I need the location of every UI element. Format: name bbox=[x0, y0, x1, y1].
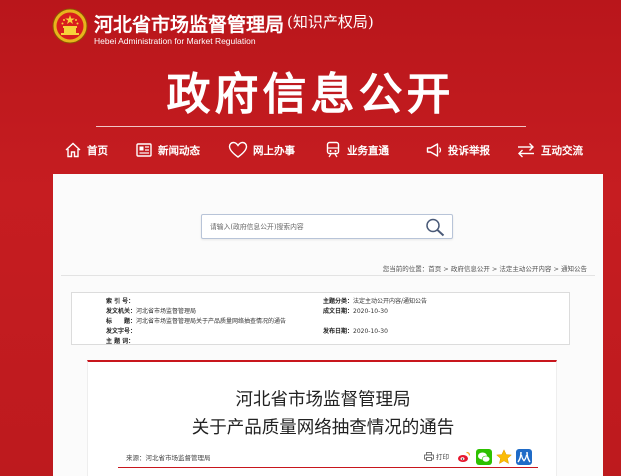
nav-label: 首页 bbox=[87, 144, 108, 157]
breadcrumb-item-notices[interactable]: 通知公告 bbox=[561, 265, 587, 273]
document-title-line1: 河北省市场监督管理局 bbox=[235, 390, 411, 410]
meta-topic-label: 主 题 词： bbox=[106, 338, 135, 345]
breadcrumb-item-statutory[interactable]: 法定主动公开内容 bbox=[499, 265, 551, 273]
meta-category-row: 主题分类：法定主动公开内容/通知公告 bbox=[323, 296, 427, 305]
nav-label: 网上办事 bbox=[253, 144, 295, 157]
megaphone-icon bbox=[426, 143, 442, 157]
nav-item-complaint[interactable]: 投诉举报 bbox=[425, 136, 490, 164]
qzone-icon[interactable] bbox=[496, 449, 512, 465]
home-icon bbox=[65, 142, 81, 158]
source-bar: 来源：河北省市场监督管理局 打印 bbox=[118, 448, 538, 468]
meta-written-row: 成文日期：2020-10-30 bbox=[323, 306, 388, 315]
meta-written-value: 2020-10-30 bbox=[353, 308, 388, 315]
content-panel: 您当前的位置：首页 > 政府信息公开 > 法定主动公开内容 > 通知公告 索 引… bbox=[53, 174, 603, 476]
breadcrumb-divider bbox=[61, 275, 595, 276]
printer-icon bbox=[424, 451, 434, 461]
document-title-line2: 关于产品质量网络抽查情况的通告 bbox=[191, 418, 455, 438]
print-button[interactable]: 打印 bbox=[424, 451, 449, 461]
document-meta-table: 索 引 号： 发文机关：河北省市场监督管理局 标 题：河北省市场监督管理局关于产… bbox=[71, 292, 570, 345]
search-input[interactable] bbox=[210, 220, 420, 234]
meta-category-label: 主题分类： bbox=[323, 298, 354, 305]
document-source: 来源：河北省市场监督管理局 bbox=[126, 454, 211, 462]
nav-label: 互动交流 bbox=[541, 144, 583, 157]
meta-issuer-value: 河北省市场监督管理局 bbox=[136, 308, 197, 315]
nav-item-news[interactable]: 新闻动态 bbox=[135, 136, 200, 164]
site-header: 河北省市场监督管理局 (知识产权局) Hebei Administration … bbox=[0, 0, 621, 170]
breadcrumb-item-gov-info[interactable]: 政府信息公开 bbox=[451, 265, 490, 273]
meta-title-label: 标 题： bbox=[106, 318, 137, 325]
agency-name: 河北省市场监督管理局 bbox=[94, 14, 285, 36]
meta-issuer-label: 发文机关： bbox=[106, 308, 137, 315]
search-icon[interactable] bbox=[424, 217, 446, 238]
agency-subtitle: (知识产权局) bbox=[287, 13, 374, 31]
news-icon bbox=[136, 143, 152, 157]
nav-item-online-service[interactable]: 网上办事 bbox=[228, 136, 295, 164]
breadcrumb-separator: > bbox=[551, 265, 561, 273]
wechat-icon[interactable] bbox=[476, 449, 492, 465]
meta-written-label: 成文日期： bbox=[323, 308, 354, 315]
nav-item-business[interactable]: 业务直通 bbox=[324, 136, 389, 164]
meta-category-value: 法定主动公开内容/通知公告 bbox=[353, 298, 428, 305]
breadcrumb-separator: > bbox=[441, 265, 451, 273]
print-label: 打印 bbox=[436, 453, 449, 461]
meta-docno-row: 发文字号： bbox=[106, 326, 136, 335]
meta-docno-label: 发文字号： bbox=[106, 328, 137, 335]
nav-item-interaction[interactable]: 互动交流 bbox=[516, 136, 583, 164]
document-card: 河北省市场监督管理局 关于产品质量网络抽查情况的通告 来源：河北省市场监督管理局… bbox=[87, 360, 557, 476]
nav-label: 业务直通 bbox=[347, 144, 389, 157]
meta-title-value: 河北省市场监督管理局关于产品质量网络抽查情况的通告 bbox=[136, 318, 287, 325]
breadcrumb-prefix: 您当前的位置： bbox=[382, 265, 429, 273]
meta-published-value: 2020-10-30 bbox=[353, 328, 388, 335]
national-emblem-icon bbox=[52, 8, 88, 44]
meta-topic-row: 主 题 词： bbox=[106, 336, 134, 345]
meta-index-label: 索 引 号： bbox=[106, 298, 135, 305]
meta-issuer-row: 发文机关：河北省市场监督管理局 bbox=[106, 306, 196, 315]
exchange-icon bbox=[518, 143, 534, 158]
title-divider bbox=[96, 126, 526, 127]
renren-icon[interactable] bbox=[516, 449, 532, 465]
main-nav: 首页 新闻动态 网上办事 业务直通 投诉举报 互动交流 bbox=[56, 136, 596, 164]
search-box bbox=[201, 214, 453, 239]
meta-index-row: 索 引 号： bbox=[106, 296, 134, 305]
meta-published-label: 发布日期： bbox=[323, 328, 354, 335]
train-icon bbox=[326, 141, 340, 158]
breadcrumb-separator: > bbox=[489, 265, 500, 273]
weibo-icon[interactable] bbox=[456, 449, 472, 465]
nav-label: 新闻动态 bbox=[158, 144, 200, 157]
breadcrumb: 您当前的位置：首页 > 政府信息公开 > 法定主动公开内容 > 通知公告 bbox=[383, 263, 587, 273]
meta-published-row: 发布日期：2020-10-30 bbox=[323, 326, 388, 335]
nav-item-home[interactable]: 首页 bbox=[64, 136, 108, 164]
heart-icon bbox=[228, 141, 248, 158]
meta-title-row: 标 题：河北省市场监督管理局关于产品质量网络抽查情况的通告 bbox=[106, 316, 286, 325]
breadcrumb-item-home[interactable]: 首页 bbox=[428, 265, 441, 273]
agency-english-name: Hebei Administration for Market Regulati… bbox=[94, 36, 256, 46]
nav-label: 投诉举报 bbox=[448, 144, 490, 157]
section-title: 政府信息公开 bbox=[166, 69, 455, 120]
